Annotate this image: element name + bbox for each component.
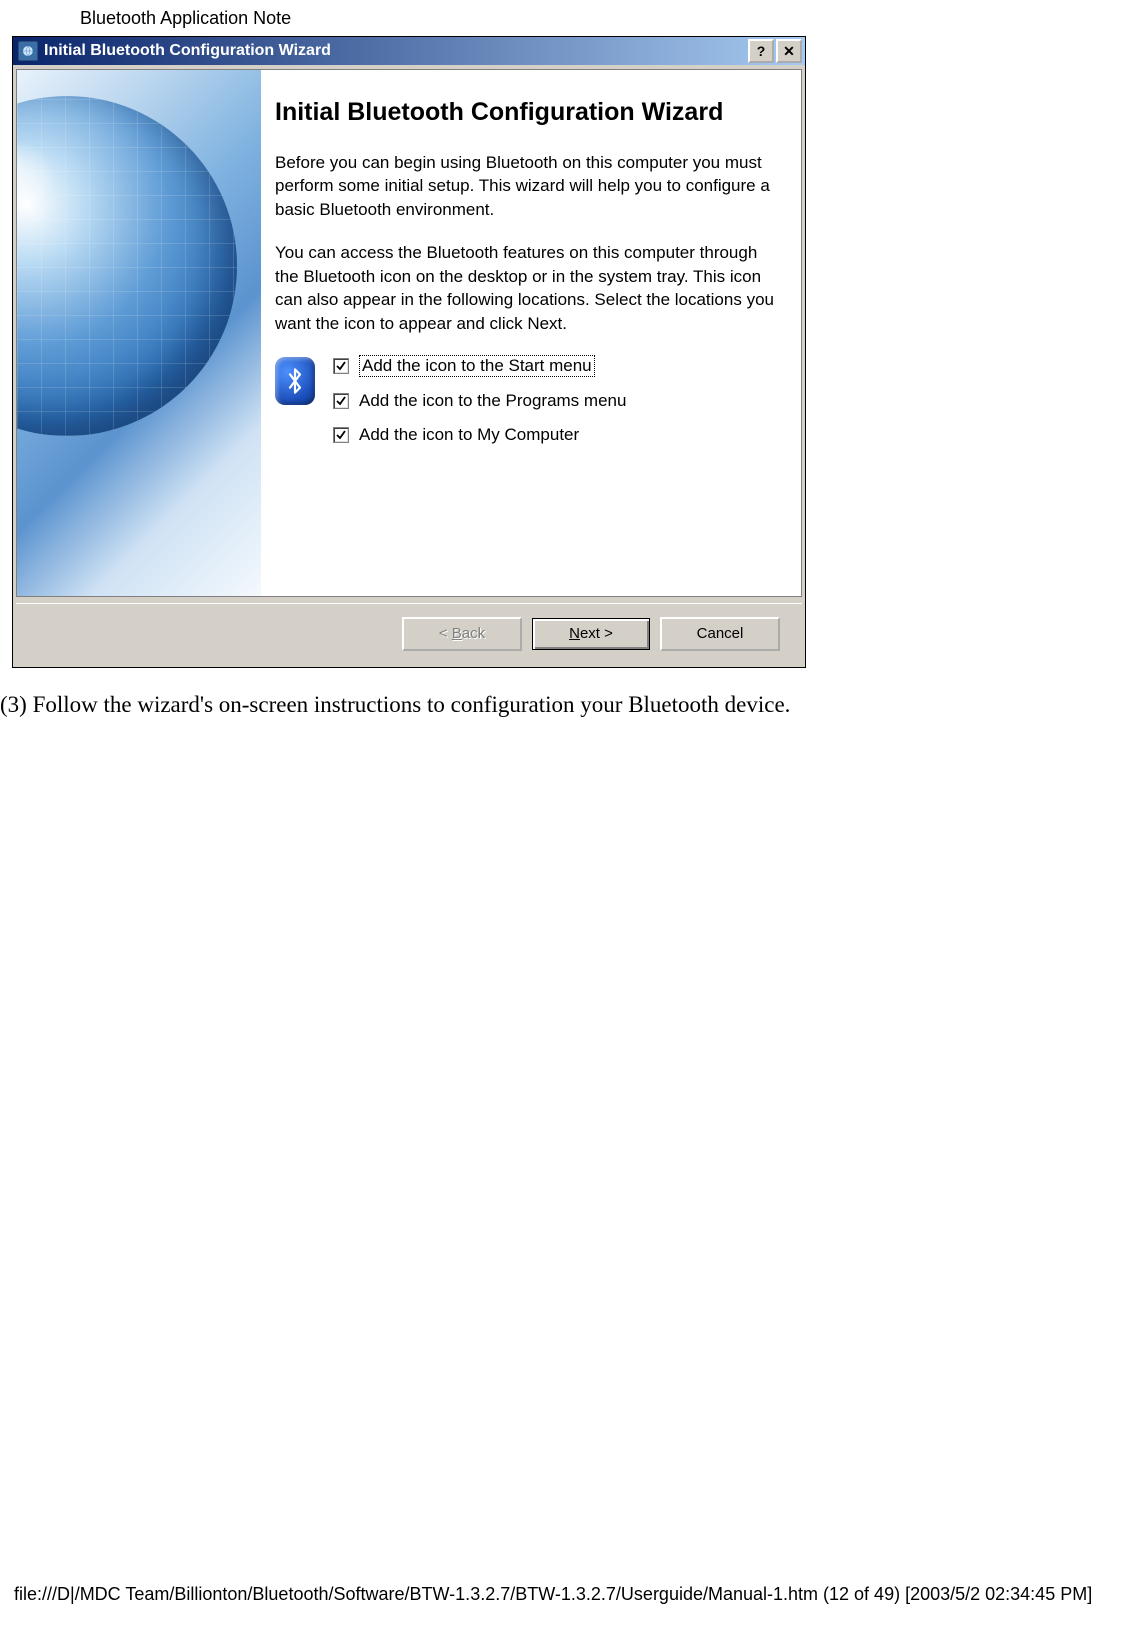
checkbox-box bbox=[333, 393, 349, 409]
close-button[interactable]: ✕ bbox=[776, 39, 802, 63]
checkbox-add-programs-menu[interactable]: Add the icon to the Programs menu bbox=[333, 391, 626, 411]
wizard-paragraph-2: You can access the Bluetooth features on… bbox=[275, 241, 775, 335]
checkbox-add-my-computer[interactable]: Add the icon to My Computer bbox=[333, 425, 626, 445]
wizard-heading: Initial Bluetooth Configuration Wizard bbox=[275, 98, 783, 127]
wizard-sidebar-graphic bbox=[17, 70, 261, 596]
button-bar: < Back Next > Cancel bbox=[16, 603, 802, 663]
titlebar[interactable]: Initial Bluetooth Configuration Wizard ?… bbox=[13, 37, 805, 65]
wizard-paragraph-1: Before you can begin using Bluetooth on … bbox=[275, 151, 775, 221]
next-button-label: Next > bbox=[569, 625, 613, 642]
page-header: Bluetooth Application Note bbox=[80, 8, 291, 29]
back-button: < Back bbox=[402, 617, 522, 651]
page-footer: file:///D|/MDC Team/Billionton/Bluetooth… bbox=[14, 1584, 1092, 1605]
app-icon bbox=[18, 41, 38, 61]
globe-graphic bbox=[17, 96, 237, 436]
checkbox-label: Add the icon to My Computer bbox=[359, 425, 579, 445]
cancel-button[interactable]: Cancel bbox=[660, 617, 780, 651]
next-button[interactable]: Next > bbox=[532, 618, 650, 650]
back-button-label: < Back bbox=[439, 625, 485, 642]
checkbox-box bbox=[333, 358, 349, 374]
checkbox-label: Add the icon to the Start menu bbox=[359, 355, 595, 377]
close-icon: ✕ bbox=[783, 44, 795, 58]
bluetooth-icon bbox=[275, 357, 315, 405]
help-button[interactable]: ? bbox=[748, 39, 774, 63]
checkbox-label: Add the icon to the Programs menu bbox=[359, 391, 626, 411]
checkbox-add-start-menu[interactable]: Add the icon to the Start menu bbox=[333, 355, 626, 377]
wizard-dialog: Initial Bluetooth Configuration Wizard ?… bbox=[12, 36, 806, 668]
dialog-client-area: Initial Bluetooth Configuration Wizard B… bbox=[16, 69, 802, 597]
cancel-button-label: Cancel bbox=[697, 625, 744, 642]
window-title: Initial Bluetooth Configuration Wizard bbox=[44, 42, 748, 60]
instruction-text: (3) Follow the wizard's on-screen instru… bbox=[0, 692, 790, 718]
help-glyph: ? bbox=[757, 44, 766, 58]
checkbox-box bbox=[333, 427, 349, 443]
